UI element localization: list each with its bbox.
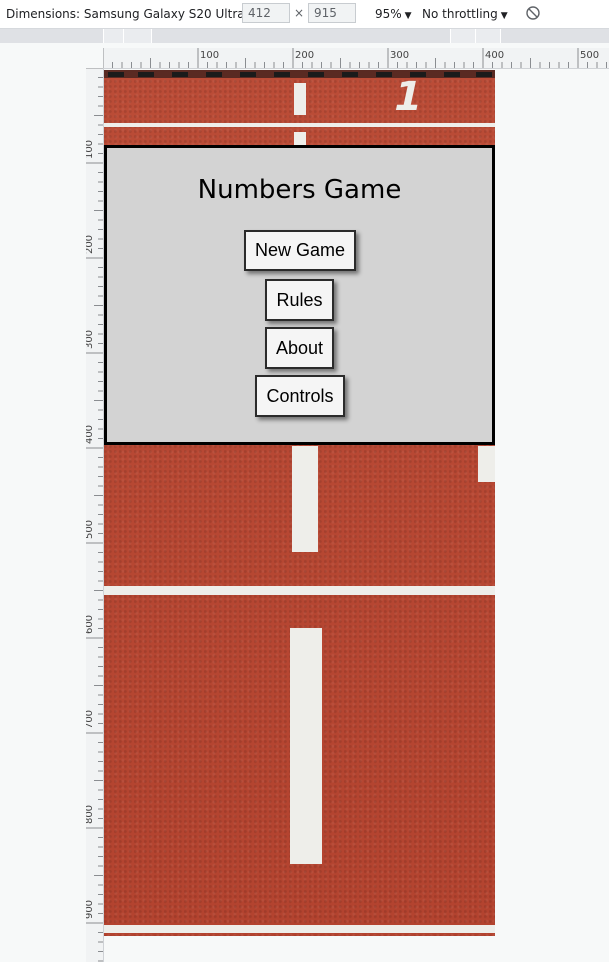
track-line [104, 586, 495, 595]
track-notch [476, 72, 492, 77]
lane-dash [290, 628, 322, 864]
track-notch [138, 72, 154, 77]
game-title: Numbers Game [197, 175, 402, 205]
device-toolbar: Dimensions: Samsung Galaxy S20 Ultra▼ 41… [0, 0, 609, 29]
ruler-label: 100 [86, 139, 96, 160]
track-top-edge [104, 70, 495, 78]
track-notch [376, 72, 392, 77]
about-button[interactable]: About [265, 327, 334, 369]
media-query-divider [500, 29, 501, 43]
media-query-divider [103, 29, 104, 43]
throttling-label: No throttling [422, 7, 498, 21]
ruler-label: 300 [390, 50, 410, 61]
track-line [104, 123, 495, 127]
device-dimensions-label: Dimensions: Samsung Galaxy S20 Ultra [6, 7, 245, 21]
lane-dash [294, 83, 306, 115]
track-notch [172, 72, 188, 77]
horizontal-ruler: 100 200 300 400 500 [103, 48, 609, 69]
track-line [104, 925, 495, 933]
zoom-label: 95% [375, 7, 402, 21]
times-symbol: × [294, 6, 305, 20]
horizontal-ruler-ticks [103, 48, 607, 68]
ruler-label: 700 [86, 709, 96, 730]
ruler-label: 900 [86, 899, 96, 920]
ruler-label: 500 [86, 519, 96, 540]
ruler-label: 300 [86, 329, 96, 350]
chevron-down-icon: ▼ [500, 11, 508, 21]
vertical-ruler: 100 200 300 400 500 600 700 800 900 [86, 68, 104, 962]
ruler-label: 400 [485, 50, 505, 61]
vertical-ruler-ticks [86, 68, 103, 962]
lane-marking [478, 446, 495, 482]
media-query-segment [103, 29, 151, 43]
track-notch [444, 72, 460, 77]
main-menu-panel: Numbers Game New Game Rules About Contro… [104, 145, 495, 445]
ruler-label: 200 [295, 50, 315, 61]
ruler-label: 100 [200, 50, 220, 61]
media-query-divider [123, 29, 124, 43]
chevron-down-icon: ▼ [404, 11, 412, 21]
track-notch [274, 72, 290, 77]
ruler-label: 600 [86, 614, 96, 635]
media-query-divider [151, 29, 152, 43]
rules-button[interactable]: Rules [265, 279, 334, 321]
new-game-button[interactable]: New Game [244, 230, 356, 271]
viewport-width-input[interactable]: 412 [242, 3, 290, 23]
track-notch [240, 72, 256, 77]
media-query-divider [475, 29, 476, 43]
lane-dash [292, 446, 318, 552]
media-query-bar [0, 29, 609, 43]
track-notch [206, 72, 222, 77]
track-notch [108, 72, 124, 77]
media-query-divider [450, 29, 451, 43]
ruler-label: 200 [86, 234, 96, 255]
track-notch [308, 72, 324, 77]
ruler-label: 800 [86, 804, 96, 825]
rotate-icon[interactable] [525, 5, 541, 21]
device-dimensions-dropdown[interactable]: Dimensions: Samsung Galaxy S20 Ultra▼ [6, 7, 255, 21]
viewport-height-input[interactable]: 915 [308, 3, 356, 23]
controls-button[interactable]: Controls [255, 375, 345, 417]
throttling-dropdown[interactable]: No throttling ▼ [422, 7, 508, 21]
zoom-dropdown[interactable]: 95% ▼ [375, 7, 412, 21]
ruler-label: 500 [580, 50, 600, 61]
track-notch [342, 72, 358, 77]
ruler-label: 400 [86, 424, 96, 445]
lane-number: 1 [389, 74, 427, 120]
